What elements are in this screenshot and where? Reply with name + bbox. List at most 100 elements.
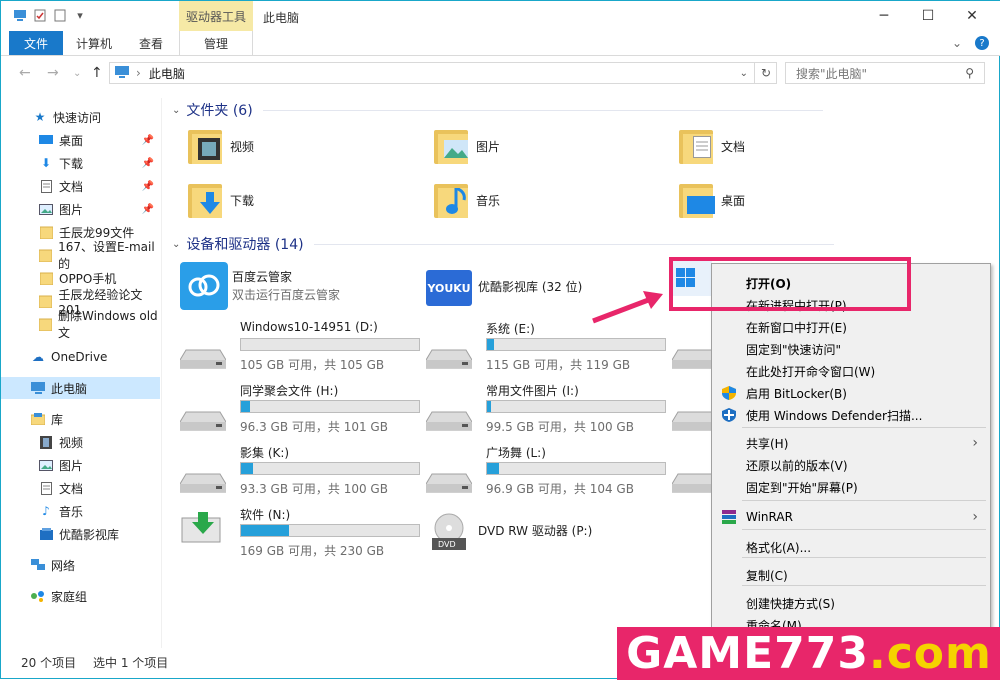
address-box[interactable]: › 此电脑 ⌄ ↻ xyxy=(109,62,777,84)
drive-item[interactable]: 常用文件图片 (I:) 99.5 GB 可用，共 100 GB xyxy=(425,382,666,438)
submenu-chevron-icon: › xyxy=(972,435,978,451)
drive-item[interactable]: 影集 (K:) 93.3 GB 可用，共 100 GB xyxy=(179,444,420,500)
network-icon xyxy=(31,558,45,572)
drive-usage-fill xyxy=(487,401,491,412)
context-menu-item[interactable]: 在此处打开命令窗口(W) xyxy=(712,360,990,382)
drive-item[interactable]: Windows10-14951 (D:) 105 GB 可用，共 105 GB xyxy=(179,320,420,376)
drive-usage-bar xyxy=(486,338,666,351)
address-dropdown-icon[interactable]: ⌄ xyxy=(740,68,748,79)
sidebar-item-folder[interactable]: 167、设置E-mail的 xyxy=(1,240,160,271)
pin-icon[interactable]: 📌 xyxy=(142,158,154,169)
sidebar-item-onedrive[interactable]: ☁ OneDrive xyxy=(1,346,160,368)
help-icon[interactable]: ? xyxy=(973,31,991,55)
minimize-button[interactable]: ─ xyxy=(861,1,907,31)
sidebar-item-quick-access[interactable]: ★ 快速访问 xyxy=(1,106,160,128)
context-menu-item[interactable]: 使用 Windows Defender扫描... xyxy=(712,404,990,426)
search-icon[interactable]: ⚲ xyxy=(965,66,974,80)
chevron-down-icon[interactable]: ▾ xyxy=(73,8,87,22)
context-menu-item[interactable]: 固定到"快速访问" xyxy=(712,338,990,360)
dvd-drive-icon: DVD xyxy=(428,510,470,552)
picture-icon xyxy=(39,458,53,472)
context-menu-item[interactable]: 创建快捷方式(S) xyxy=(712,592,990,614)
drive-item[interactable]: 系统 (E:) 115 GB 可用，共 119 GB xyxy=(425,320,666,376)
sidebar-item-label: 库 xyxy=(51,412,64,427)
drive-item-dvd[interactable]: DVD DVD RW 驱动器 (P:) xyxy=(426,506,666,556)
back-arrow-icon[interactable]: ← xyxy=(19,65,31,81)
sidebar-item-music[interactable]: ♪ 音乐 xyxy=(1,500,160,522)
sidebar-item-label: 桌面 xyxy=(59,133,84,148)
drives-group-header[interactable]: ⌄ 设备和驱动器 (14) xyxy=(172,234,834,254)
close-button[interactable]: ✕ xyxy=(949,1,995,31)
sidebar-item-downloads[interactable]: ⬇ 下载 📌 xyxy=(1,152,160,174)
collapse-chevron-icon[interactable]: ⌄ xyxy=(172,239,180,250)
drive-item-hidden[interactable] xyxy=(671,320,719,376)
context-menu-item[interactable]: 复制(C) xyxy=(712,564,990,586)
forward-arrow-icon[interactable]: → xyxy=(47,65,59,81)
sidebar-item-pictures-lib[interactable]: 图片 xyxy=(1,454,160,476)
folder-item-documents[interactable]: 文档 xyxy=(679,128,745,164)
context-menu-item[interactable]: 启用 BitLocker(B) xyxy=(712,382,990,404)
sidebar-item-desktop[interactable]: 桌面 📌 xyxy=(1,129,160,151)
sidebar-item-libraries[interactable]: 库 xyxy=(1,408,160,430)
tab-file[interactable]: 文件 xyxy=(9,31,63,55)
drive-item-hidden[interactable] xyxy=(671,444,719,500)
sidebar-item-documents[interactable]: 文档 📌 xyxy=(1,175,160,197)
tab-computer[interactable]: 计算机 xyxy=(65,31,123,55)
sidebar-item-homegroup[interactable]: 家庭组 xyxy=(1,585,160,607)
context-menu-item[interactable]: WinRAR › xyxy=(712,506,990,528)
up-arrow-icon[interactable]: ↑ xyxy=(91,65,103,81)
pin-icon[interactable]: 📌 xyxy=(142,135,154,146)
context-menu-item[interactable]: 还原以前的版本(V) xyxy=(712,454,990,476)
shield-icon xyxy=(720,384,738,402)
computer-icon[interactable] xyxy=(13,8,27,22)
context-menu-item[interactable]: 在新窗口中打开(E) xyxy=(712,316,990,338)
properties-icon[interactable] xyxy=(33,8,47,22)
maximize-button[interactable]: ☐ xyxy=(905,1,951,31)
tab-manage[interactable]: 管理 xyxy=(179,31,253,55)
sidebar-item-pictures[interactable]: 图片 📌 xyxy=(1,198,160,220)
sidebar-item-folder[interactable]: 删除Windows old文 xyxy=(1,309,160,340)
new-folder-icon[interactable] xyxy=(53,8,67,22)
menu-separator xyxy=(742,529,986,530)
recent-chevron-icon[interactable]: ⌄ xyxy=(73,68,81,79)
breadcrumb-current[interactable]: 此电脑 xyxy=(149,65,185,82)
folder-item-videos[interactable]: 视频 xyxy=(188,128,254,164)
app-item-baidu-cloud[interactable]: 百度云管家 双击运行百度云管家 xyxy=(180,262,410,312)
watermark-suffix: .com xyxy=(868,628,992,679)
youku-icon: YOUKU xyxy=(426,270,472,306)
folders-group-header[interactable]: ⌄ 文件夹 (6) xyxy=(172,100,823,120)
pin-icon[interactable]: 📌 xyxy=(142,181,154,192)
drive-item[interactable]: 软件 (N:) 169 GB 可用，共 230 GB xyxy=(180,506,420,562)
menu-item-label: 还原以前的版本(V) xyxy=(746,458,848,473)
drive-capacity: 169 GB 可用，共 230 GB xyxy=(240,544,385,558)
folder-item-pictures[interactable]: 图片 xyxy=(434,128,500,164)
drive-name: 影集 (K:) xyxy=(240,446,290,460)
sidebar-item-youku[interactable]: 优酷影视库 xyxy=(1,523,160,545)
sidebar-item-label: 音乐 xyxy=(59,504,84,519)
search-input[interactable]: 搜索"此电脑" ⚲ xyxy=(785,62,985,84)
sidebar-item-label: 家庭组 xyxy=(51,589,88,604)
sidebar-item-label: 图片 xyxy=(59,202,84,217)
sidebar-item-this-pc[interactable]: 此电脑 xyxy=(1,377,160,399)
drive-item[interactable]: 同学聚会文件 (H:) 96.3 GB 可用，共 101 GB xyxy=(179,382,420,438)
sidebar-item-documents-lib[interactable]: 文档 xyxy=(1,477,160,499)
svg-text:DVD: DVD xyxy=(438,540,456,549)
context-menu-item[interactable]: 固定到"开始"屏幕(P) xyxy=(712,476,990,498)
refresh-icon[interactable]: ↻ xyxy=(754,63,777,83)
sidebar-item-network[interactable]: 网络 xyxy=(1,554,160,576)
music-folder-icon xyxy=(434,182,468,218)
collapse-chevron-icon[interactable]: ⌄ xyxy=(172,105,180,116)
ribbon-expand-icon[interactable]: ⌄ xyxy=(947,31,967,55)
drive-item-hidden[interactable] xyxy=(671,382,719,438)
drive-item[interactable]: 广场舞 (L:) 96.9 GB 可用，共 104 GB xyxy=(425,444,666,500)
folder-item-desktop[interactable]: 桌面 xyxy=(679,182,745,218)
context-menu-item[interactable]: 共享(H) › xyxy=(712,432,990,454)
sidebar-item-videos[interactable]: 视频 xyxy=(1,431,160,453)
annotation-arrow-icon xyxy=(592,291,663,324)
pin-icon[interactable]: 📌 xyxy=(142,204,154,215)
context-menu-item[interactable]: 格式化(A)... xyxy=(712,536,990,558)
folder-item-downloads[interactable]: 下载 xyxy=(188,182,254,218)
drive-name: 软件 (N:) xyxy=(240,508,291,522)
tab-view[interactable]: 查看 xyxy=(125,31,177,55)
folder-item-music[interactable]: 音乐 xyxy=(434,182,500,218)
